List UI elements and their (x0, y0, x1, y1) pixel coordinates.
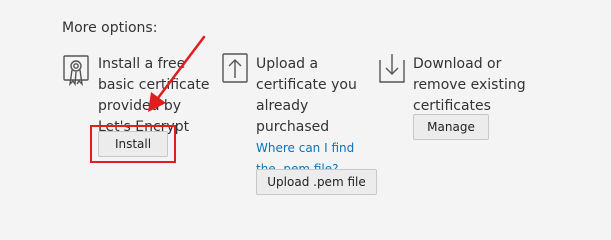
pem-help-link-line-1: Where can I find (256, 141, 355, 155)
upload-option-description: Upload a certificate you already purchas… (256, 54, 376, 180)
upload-line-4: purchased (256, 119, 330, 135)
manage-line-2: remove existing (413, 77, 526, 93)
download-arrow-icon (378, 52, 406, 84)
upload-arrow-icon (221, 52, 249, 84)
install-highlight-box (90, 125, 176, 163)
upload-line-3: already (256, 98, 309, 114)
more-options-heading: More options: (62, 20, 158, 36)
install-line-3: provided by (98, 98, 182, 114)
manage-line-1: Download or (413, 56, 502, 72)
certificate-badge-icon (62, 54, 90, 86)
manage-button[interactable]: Manage (413, 114, 489, 140)
upload-pem-button[interactable]: Upload .pem file (256, 169, 377, 195)
upload-line-2: certificate you (256, 77, 357, 93)
manage-option-description: Download or remove existing certificates (413, 54, 543, 117)
upload-line-1: Upload a (256, 56, 319, 72)
